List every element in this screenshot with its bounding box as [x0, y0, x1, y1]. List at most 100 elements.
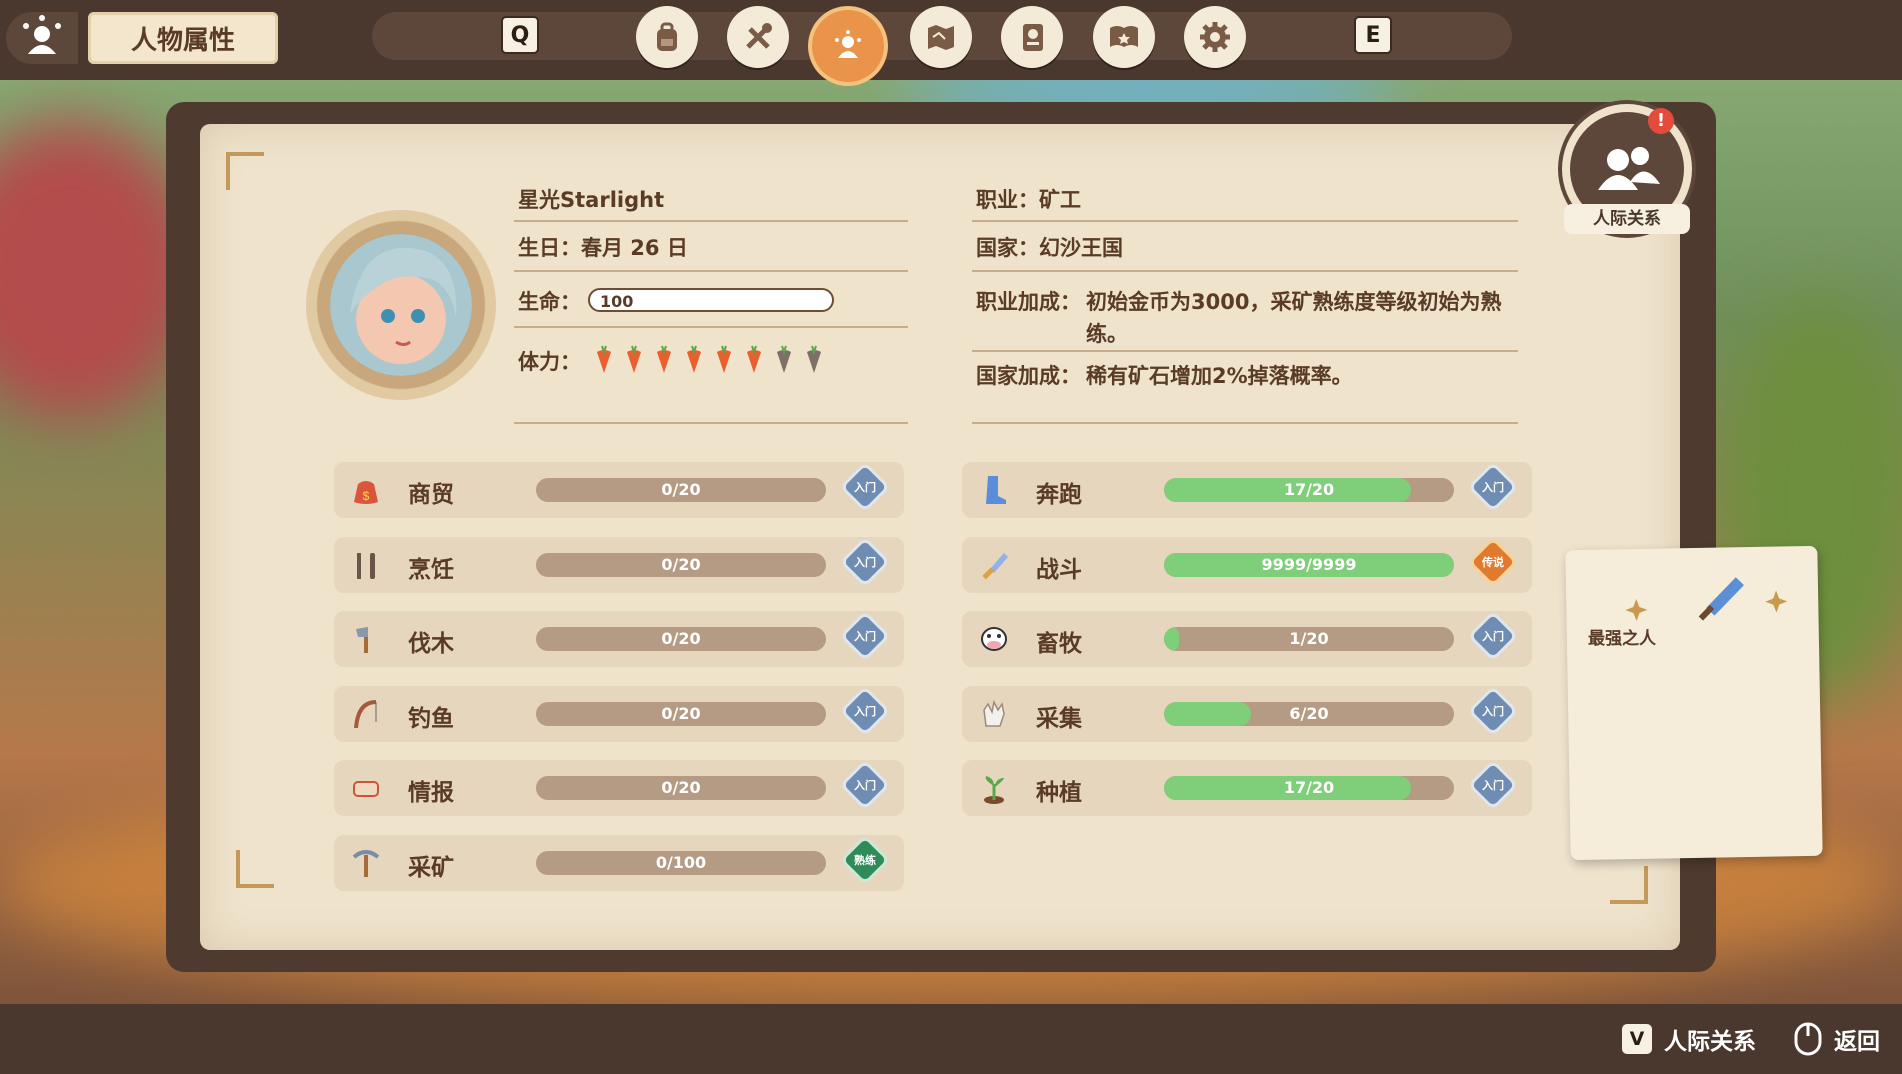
svg-text:$: $	[363, 489, 370, 503]
title-header: 人物属性	[0, 8, 290, 68]
skill-progress-value: 0/20	[661, 554, 701, 574]
skill-progress-bar: 0/100	[536, 850, 826, 875]
hp-bar: 100	[588, 288, 834, 312]
skill-level-badge: 熟练	[843, 838, 887, 881]
skill-level-badge: 入门	[843, 689, 887, 732]
carrot-full-icon	[684, 344, 704, 374]
map-icon	[928, 25, 954, 50]
relationship-label: 人际关系	[1564, 204, 1690, 234]
skill-row[interactable]: 采矿 0/100 熟练	[334, 834, 904, 891]
skill-name: 伐木	[408, 631, 454, 657]
bottom-bar	[0, 1004, 1902, 1074]
money-bag-icon: $	[348, 472, 384, 508]
skill-row[interactable]: 情报 0/20 入门	[334, 760, 904, 816]
skill-row[interactable]: 烹饪 0/20 入门	[334, 536, 904, 593]
glove-icon	[976, 696, 1012, 732]
skill-progress-bar: 0/20	[536, 701, 826, 726]
skill-name: 商贸	[408, 482, 454, 508]
divider	[972, 422, 1518, 424]
tab-book[interactable]	[1093, 6, 1155, 68]
skill-progress-bar: 0/20	[536, 627, 826, 651]
skill-name: 钓鱼	[408, 705, 454, 732]
backpack-icon	[657, 22, 677, 51]
country-text: 国家：幻沙王国	[976, 236, 1123, 260]
skill-name: 奔跑	[1036, 482, 1082, 508]
skill-row[interactable]: 战斗 9999/9999 传说	[962, 536, 1532, 593]
tab-backpack[interactable]	[636, 6, 698, 68]
boot-icon	[976, 472, 1012, 508]
skill-progress-value: 0/20	[661, 703, 701, 723]
tab-map[interactable]	[910, 6, 972, 68]
skill-name: 战斗	[1036, 556, 1082, 583]
skill-row[interactable]: 畜牧 1/20 入门	[962, 611, 1532, 667]
notification-badge: !	[1648, 108, 1674, 134]
character-name: 星光Starlight	[518, 188, 665, 212]
skill-level-badge: 入门	[1471, 689, 1515, 732]
skill-level-text: 入门	[854, 630, 876, 643]
scroll-icon	[348, 770, 384, 806]
skill-progress-value: 9999/9999	[1261, 554, 1357, 574]
skill-row[interactable]: 采集 6/20 入门	[962, 685, 1532, 742]
skill-progress-value: 1/20	[1289, 629, 1329, 648]
country-bonus-text: 稀有矿石增加2%掉落概率。	[1086, 364, 1353, 388]
birthday-text: 生日：春月 26 日	[518, 236, 688, 260]
sprout-icon	[976, 770, 1012, 806]
skill-level-badge: 入门	[843, 465, 887, 509]
skill-row[interactable]: $ 商贸 0/20 入门	[334, 462, 904, 518]
book-icon	[1110, 26, 1138, 47]
back-label: 返回	[1834, 1029, 1880, 1055]
skill-row[interactable]: 奔跑 17/20 入门	[962, 462, 1532, 518]
skill-progress-value: 0/20	[661, 629, 701, 648]
skill-row[interactable]: 伐木 0/20 入门	[334, 611, 904, 667]
mouse-icon	[1794, 1022, 1822, 1056]
character-icon	[835, 30, 861, 58]
skill-level-text: 入门	[1482, 704, 1504, 718]
fishing-rod-icon	[348, 696, 384, 732]
hp-label: 生命：	[518, 290, 581, 314]
skill-level-badge: 入门	[843, 540, 887, 583]
relationship-shortcut[interactable]: V 人际关系	[1622, 1022, 1756, 1056]
avatar	[330, 234, 472, 376]
back-button[interactable]: 返回	[1794, 1022, 1880, 1056]
divider	[972, 350, 1518, 352]
cow-icon	[976, 621, 1012, 657]
tab-journal[interactable]	[1001, 6, 1063, 68]
divider	[972, 220, 1518, 222]
journal-icon	[1023, 24, 1043, 51]
character-attributes-icon	[6, 12, 78, 64]
page-corner-ornament	[1610, 866, 1648, 904]
skill-name: 畜牧	[1036, 631, 1082, 657]
skill-row[interactable]: 种植 17/20 入门	[962, 760, 1532, 816]
divider	[514, 326, 908, 328]
skill-level-badge: 入门	[1471, 614, 1515, 658]
skill-row[interactable]: 钓鱼 0/20 入门	[334, 685, 904, 742]
tab-settings[interactable]	[1184, 6, 1246, 68]
skill-progress-bar: 9999/9999	[1164, 552, 1454, 577]
carrot-full-icon	[714, 344, 734, 374]
skill-level-text: 传说	[1482, 555, 1504, 569]
skill-progress-bar: 1/20	[1164, 627, 1454, 651]
skill-level-text: 入门	[1482, 779, 1504, 792]
divider	[514, 270, 908, 272]
tools-icon	[746, 23, 772, 49]
skill-progress-bar: 17/20	[1164, 478, 1454, 502]
tab-character[interactable]	[812, 10, 884, 82]
skill-level-badge: 传说	[1471, 540, 1515, 583]
prev-tab-key[interactable]: Q	[501, 16, 539, 54]
skill-progress-value: 17/20	[1283, 480, 1335, 499]
skill-level-text: 入门	[854, 779, 876, 792]
page-title: 人物属性	[88, 12, 278, 64]
skill-level-text: 入门	[854, 704, 876, 718]
skill-name: 烹饪	[408, 556, 454, 583]
carrot-full-icon	[594, 344, 614, 374]
tab-tools[interactable]	[727, 6, 789, 68]
skill-progress-bar: 0/20	[536, 552, 826, 577]
stamina-label: 体力：	[518, 350, 581, 374]
skill-level-text: 熟练	[854, 853, 876, 867]
job-text: 职业：矿工	[976, 188, 1081, 212]
title-note	[1565, 545, 1823, 861]
page-corner-ornament	[226, 152, 264, 190]
next-tab-key[interactable]: E	[1354, 16, 1392, 54]
skill-name: 种植	[1036, 780, 1082, 806]
carrot-full-icon	[654, 344, 674, 374]
